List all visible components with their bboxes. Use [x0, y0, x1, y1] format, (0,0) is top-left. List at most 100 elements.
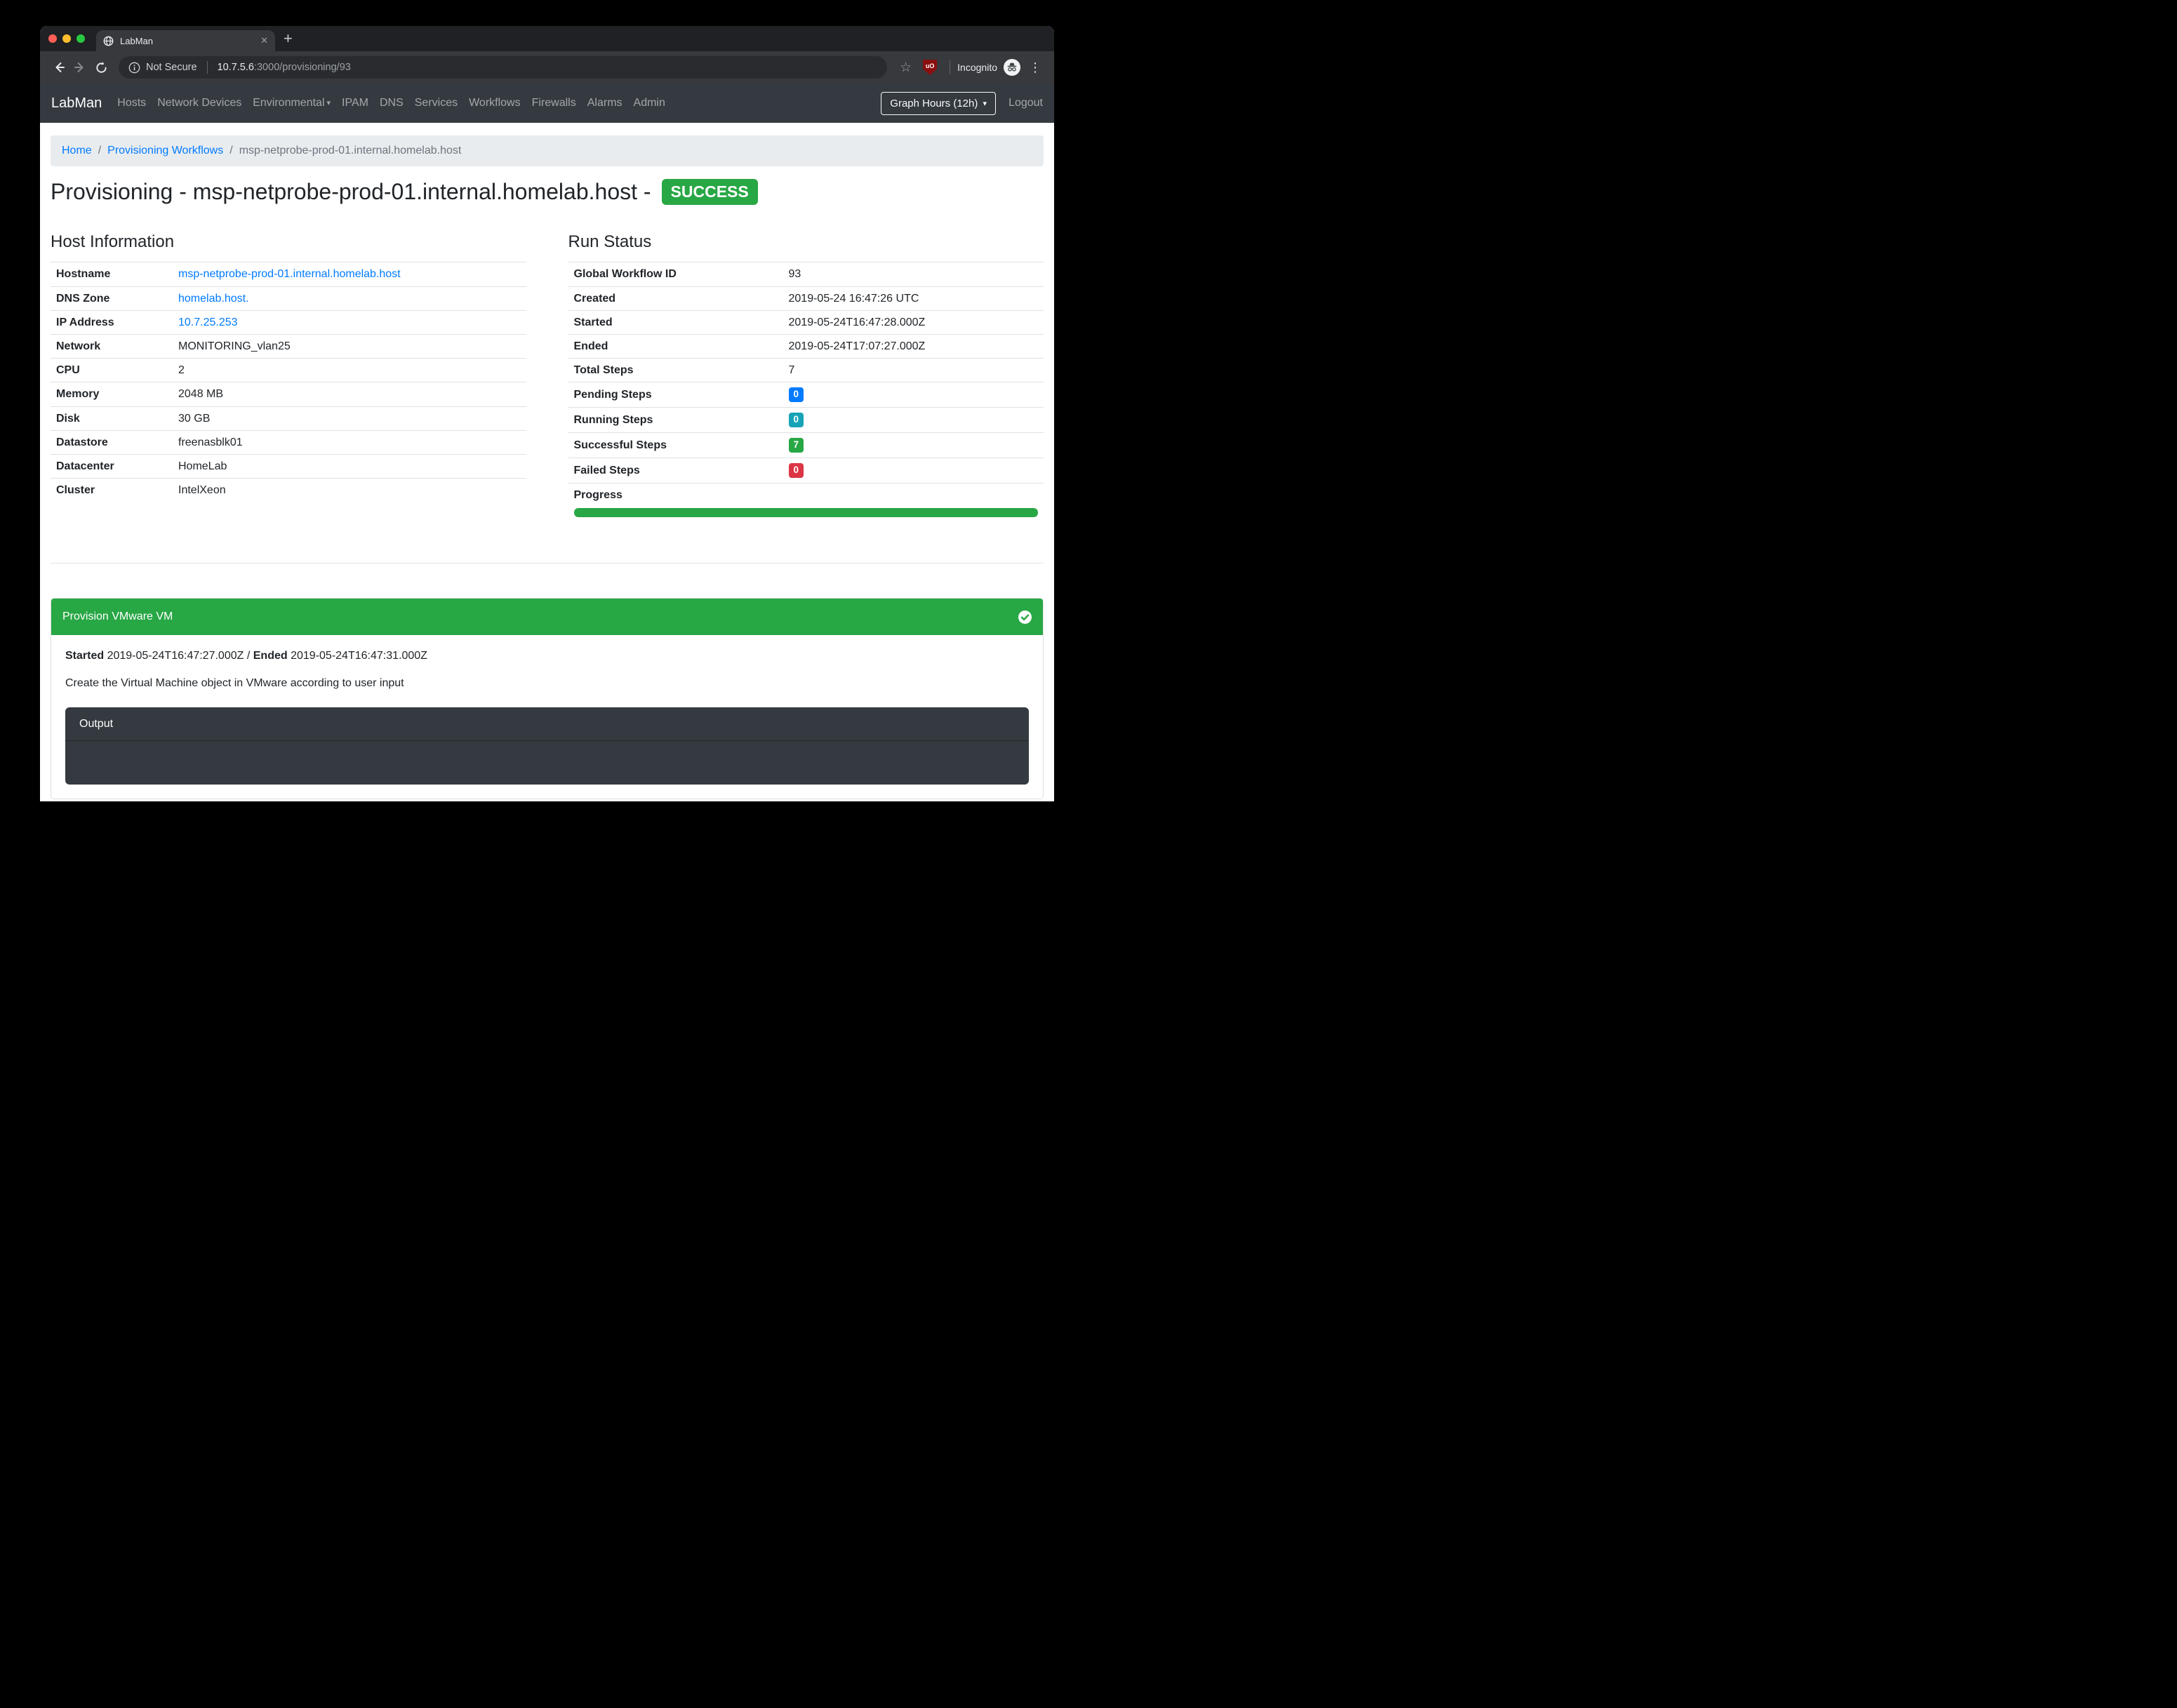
nav-item-admin[interactable]: Admin: [628, 97, 671, 109]
table-row: Ended2019-05-24T17:07:27.000Z: [568, 334, 1044, 358]
datacenter-value: HomeLab: [173, 454, 526, 478]
run-status-table: Global Workflow ID93 Created2019-05-24 1…: [568, 262, 1044, 522]
step-started-value: 2019-05-24T16:47:27.000Z: [107, 650, 244, 662]
table-row: Running Steps0: [568, 408, 1044, 433]
ended-value: 2019-05-24T17:07:27.000Z: [783, 334, 1044, 358]
timing-separator: /: [247, 650, 250, 662]
host-information-heading: Host Information: [51, 232, 526, 253]
tab-close-icon[interactable]: ✕: [260, 35, 268, 46]
back-icon[interactable]: [48, 57, 69, 78]
breadcrumb-separator: /: [98, 145, 101, 156]
progress-row: Progress: [568, 483, 1044, 522]
dns-zone-link[interactable]: homelab.host.: [178, 293, 249, 305]
running-steps-badge: 0: [789, 413, 804, 427]
globe-favicon-icon: [103, 36, 114, 46]
url-host: 10.7.5.6: [218, 62, 254, 73]
datastore-value: freenasblk01: [173, 430, 526, 454]
window-close-button[interactable]: [48, 34, 57, 43]
reload-icon[interactable]: [91, 57, 112, 78]
nav-item-services[interactable]: Services: [409, 97, 463, 109]
table-row: Memory2048 MB: [51, 382, 526, 406]
output-panel-header: Output: [65, 707, 1029, 741]
cluster-value: IntelXeon: [173, 479, 526, 502]
step-ended-value: 2019-05-24T16:47:31.000Z: [291, 650, 427, 662]
step-card-provision-vmware-vm: Provision VMware VM Started 2019-05-24T1…: [51, 598, 1044, 799]
tab-title: LabMan: [120, 36, 254, 46]
window-minimize-button[interactable]: [62, 34, 71, 43]
breadcrumb-workflows-link[interactable]: Provisioning Workflows: [107, 145, 223, 156]
info-icon[interactable]: [128, 62, 140, 74]
table-row: Datastorefreenasblk01: [51, 430, 526, 454]
table-row: Pending Steps0: [568, 382, 1044, 408]
url-divider: [207, 61, 208, 74]
bookmark-star-icon[interactable]: ☆: [894, 60, 917, 76]
forward-icon[interactable]: [69, 57, 91, 78]
page-content: Home / Provisioning Workflows / msp-netprobe…: [40, 123, 1054, 801]
table-row: Created2019-05-24 16:47:26 UTC: [568, 286, 1044, 310]
table-row: Total Steps7: [568, 359, 1044, 382]
table-row: Disk30 GB: [51, 406, 526, 430]
breadcrumb-separator: /: [229, 145, 232, 156]
table-row: Hostnamemsp-netprobe-prod-01.internal.ho…: [51, 262, 526, 286]
pending-steps-badge: 0: [789, 387, 804, 402]
table-row: Started2019-05-24T16:47:28.000Z: [568, 310, 1044, 334]
nav-item-environmental[interactable]: Environmental▾: [247, 97, 336, 109]
nav-item-hosts[interactable]: Hosts: [112, 97, 152, 109]
step-card-header[interactable]: Provision VMware VM: [51, 599, 1043, 635]
table-row: Successful Steps7: [568, 433, 1044, 458]
check-circle-icon: [1018, 611, 1032, 624]
page-title: Provisioning - msp-netprobe-prod-01.inte…: [51, 178, 1044, 207]
nav-item-dns[interactable]: DNS: [374, 97, 409, 109]
started-value: 2019-05-24T16:47:28.000Z: [783, 310, 1044, 334]
nav-item-network-devices[interactable]: Network Devices: [152, 97, 247, 109]
table-row: Global Workflow ID93: [568, 262, 1044, 286]
hostname-link[interactable]: msp-netprobe-prod-01.internal.homelab.ho…: [178, 268, 401, 280]
failed-steps-badge: 0: [789, 463, 804, 478]
table-row: DatacenterHomeLab: [51, 454, 526, 478]
incognito-label: Incognito: [957, 62, 997, 73]
security-label: Not Secure: [146, 62, 197, 73]
browser-toolbar: Not Secure 10.7.5.6:3000/provisioning/93…: [40, 51, 1054, 84]
ublock-extension-icon[interactable]: uO: [923, 60, 937, 75]
ip-address-link[interactable]: 10.7.25.253: [178, 316, 238, 328]
nav-item-workflows[interactable]: Workflows: [463, 97, 526, 109]
tab-strip: LabMan ✕ +: [40, 26, 1054, 51]
progress-bar: [574, 508, 1039, 517]
network-value: MONITORING_vlan25: [173, 334, 526, 358]
disk-value: 30 GB: [173, 406, 526, 430]
browser-tab[interactable]: LabMan ✕: [96, 30, 275, 51]
step-card-body: Started 2019-05-24T16:47:27.000Z / Ended…: [51, 635, 1043, 799]
nav-item-ipam[interactable]: IPAM: [336, 97, 374, 109]
breadcrumb-home-link[interactable]: Home: [62, 145, 92, 156]
logout-link[interactable]: Logout: [1008, 97, 1043, 109]
workflow-id-value: 93: [783, 262, 1044, 286]
nav-item-firewalls[interactable]: Firewalls: [526, 97, 582, 109]
breadcrumb-current: msp-netprobe-prod-01.internal.homelab.ho…: [239, 145, 462, 156]
url-bar[interactable]: Not Secure 10.7.5.6:3000/provisioning/93: [119, 56, 887, 79]
table-row: Failed Steps0: [568, 458, 1044, 483]
chevron-down-icon: ▾: [327, 99, 331, 107]
window-zoom-button[interactable]: [76, 34, 85, 43]
navbar-brand[interactable]: LabMan: [51, 95, 102, 112]
url-text: 10.7.5.6:3000/provisioning/93: [218, 62, 351, 73]
step-timing: Started 2019-05-24T16:47:27.000Z / Ended…: [65, 649, 1029, 662]
progress-label: Progress: [574, 489, 623, 501]
graph-hours-dropdown[interactable]: Graph Hours (12h) ▾: [881, 92, 996, 115]
table-row: IP Address10.7.25.253: [51, 310, 526, 334]
progress-bar-fill: [574, 508, 1039, 517]
summary-columns: Host Information Hostnamemsp-netprobe-pr…: [51, 232, 1044, 522]
table-row: NetworkMONITORING_vlan25: [51, 334, 526, 358]
app-navbar: LabMan Hosts Network Devices Environment…: [40, 84, 1054, 123]
nav-item-alarms[interactable]: Alarms: [582, 97, 628, 109]
cpu-value: 2: [173, 359, 526, 382]
new-tab-button[interactable]: +: [275, 31, 301, 46]
created-value: 2019-05-24 16:47:26 UTC: [783, 286, 1044, 310]
memory-value: 2048 MB: [173, 382, 526, 406]
browser-menu-icon[interactable]: ⋮: [1020, 60, 1046, 75]
run-status-section: Run Status Global Workflow ID93 Created2…: [568, 232, 1044, 522]
output-panel-body: [65, 741, 1029, 785]
total-steps-value: 7: [783, 359, 1044, 382]
traffic-lights: [48, 34, 85, 43]
browser-window: LabMan ✕ + Not Secure 10.7.5.6:3000/prov…: [40, 26, 1054, 801]
successful-steps-badge: 7: [789, 438, 804, 453]
